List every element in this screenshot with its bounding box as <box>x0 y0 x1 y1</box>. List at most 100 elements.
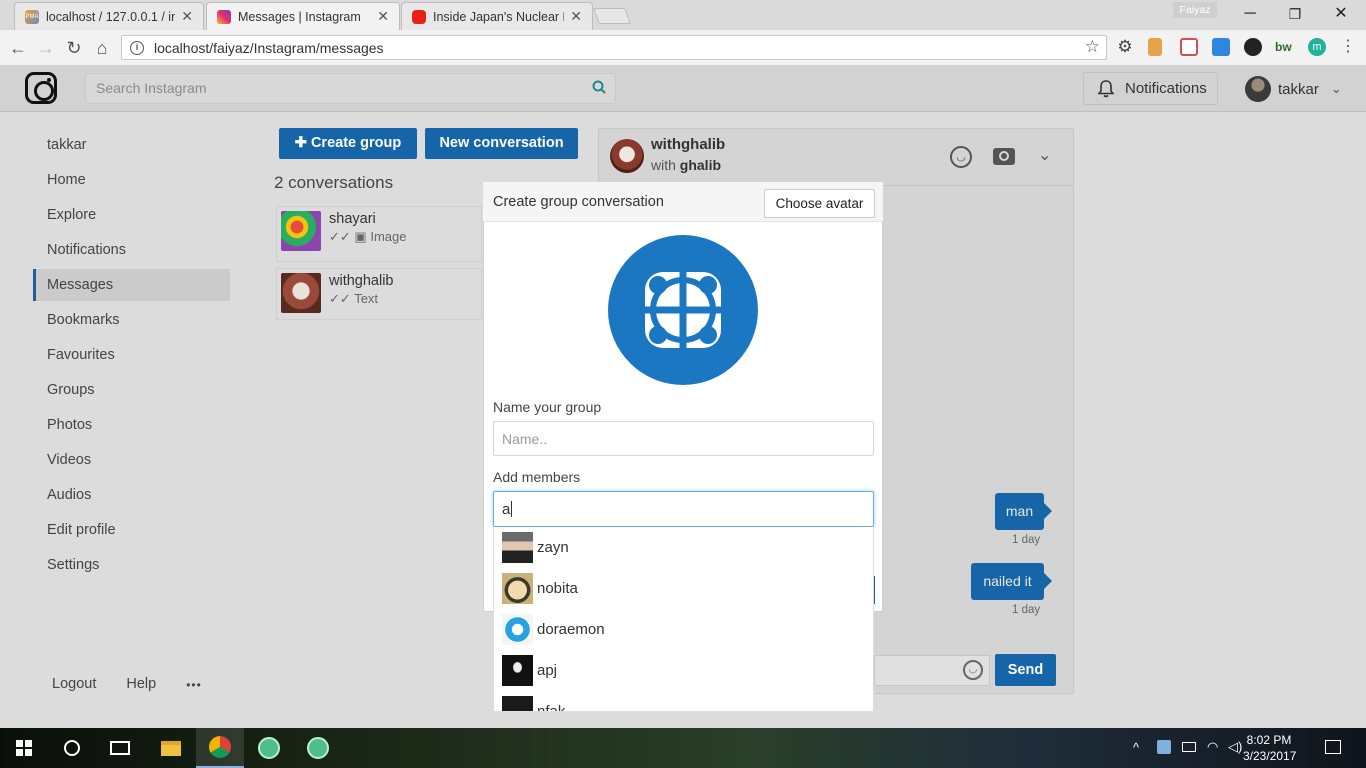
suggestion-item[interactable]: nfak <box>494 691 873 712</box>
suggestion-item[interactable]: doraemon <box>494 609 873 650</box>
forward-arrow-icon[interactable]: → <box>34 36 58 60</box>
sidebar-item-edit-profile[interactable]: Edit profile <box>33 514 230 546</box>
choose-avatar-button[interactable]: Choose avatar <box>764 189 875 218</box>
extension-icon[interactable] <box>1244 38 1262 56</box>
back-arrow-icon[interactable]: ← <box>6 36 30 60</box>
browser-menu-icon[interactable]: ⋮ <box>1340 38 1356 56</box>
sidebar-item-explore[interactable]: Explore <box>33 199 230 231</box>
suggestion-item[interactable]: apj <box>494 650 873 691</box>
close-window-icon[interactable]: ✕ <box>1318 4 1364 24</box>
close-tab-icon[interactable]: ✕ <box>377 8 389 25</box>
emoji-icon[interactable]: ◡ <box>950 146 972 168</box>
sidebar-item-bookmarks[interactable]: Bookmarks <box>33 304 230 336</box>
message-time: 1 day <box>1012 534 1041 546</box>
suggestion-item[interactable]: zayn <box>494 527 873 568</box>
new-conversation-button[interactable]: New conversation <box>425 128 578 159</box>
camera-icon[interactable] <box>993 148 1015 165</box>
camera-icon: ▣ <box>354 229 367 244</box>
search-icon[interactable] <box>592 80 606 94</box>
search-input[interactable]: Search Instagram <box>85 73 616 104</box>
user-menu[interactable]: takkar ⌄ <box>1245 76 1342 102</box>
chat-title: withghalib <box>651 136 726 153</box>
taskbar-clock[interactable]: 8:02 PM 3/23/2017 <box>1243 732 1296 764</box>
sidebar-item-groups[interactable]: Groups <box>33 374 230 406</box>
bubble-tail <box>1044 573 1052 589</box>
help-link[interactable]: Help <box>126 676 156 692</box>
extension-icon[interactable] <box>1180 38 1198 56</box>
sidebar-item-favourites[interactable]: Favourites <box>33 339 230 371</box>
tab-title: localhost / 127.0.0.1 / ins <box>46 9 176 24</box>
logout-link[interactable]: Logout <box>52 676 96 692</box>
address-bar[interactable]: i localhost/faiyaz/Instagram/messages ☆ <box>121 35 1107 60</box>
minimize-icon[interactable]: ─ <box>1227 4 1273 24</box>
add-members-label: Add members <box>493 469 581 485</box>
sidebar-item-messages[interactable]: Messages <box>33 269 230 301</box>
restore-icon[interactable]: ❐ <box>1272 4 1318 24</box>
conversation-item[interactable]: withghalib ✓✓ Text <box>276 268 482 320</box>
action-center-icon[interactable] <box>1325 740 1341 754</box>
sidebar-item-settings[interactable]: Settings <box>33 549 230 581</box>
wifi-icon[interactable]: ◠ <box>1207 739 1218 755</box>
browser-profile-chip[interactable]: Faiyaz <box>1173 2 1217 18</box>
conversation-item[interactable]: shayari ✓✓ ▣ Image <box>276 206 482 262</box>
avatar <box>281 273 321 313</box>
avatar <box>1245 76 1271 102</box>
suggestion-name: doraemon <box>537 621 605 638</box>
extension-icon[interactable]: bw <box>1275 38 1295 56</box>
last-message-type: Image <box>370 229 407 244</box>
sidebar-item-home[interactable]: Home <box>33 164 230 196</box>
bubble-tail <box>1044 503 1052 519</box>
file-explorer-icon[interactable] <box>147 728 195 768</box>
tray-chevron-up-icon[interactable]: ^ <box>1133 740 1139 755</box>
add-members-input[interactable]: a <box>493 491 874 527</box>
cortana-icon[interactable] <box>48 728 96 768</box>
members-input-value: a <box>502 500 511 518</box>
download-icon[interactable] <box>1212 38 1230 56</box>
notifications-button[interactable]: Notifications <box>1083 72 1218 105</box>
sidebar-footer: Logout Help ••• <box>52 676 202 692</box>
sidebar-item-photos[interactable]: Photos <box>33 409 230 441</box>
emoji-icon[interactable]: ◡ <box>963 660 983 680</box>
extension-icon[interactable]: m <box>1308 38 1326 56</box>
send-button[interactable]: Send <box>995 654 1056 686</box>
group-name-label: Name your group <box>493 399 602 415</box>
suggestion-name: apj <box>537 662 558 679</box>
site-info-icon[interactable]: i <box>130 40 144 55</box>
extension-icon[interactable] <box>1148 38 1162 56</box>
close-tab-icon[interactable]: ✕ <box>181 8 193 25</box>
suggestion-item[interactable]: nobita <box>494 568 873 609</box>
chat-participants: with ghalib <box>651 157 721 173</box>
settings-gear-icon[interactable]: ⚙ <box>1116 38 1134 56</box>
atom-icon[interactable] <box>245 728 293 768</box>
clock-time: 8:02 PM <box>1246 733 1292 747</box>
more-options-icon[interactable]: ••• <box>186 676 202 692</box>
member-suggestions-dropdown: zayn nobita doraemon apj nfak <box>493 527 874 712</box>
instagram-logo-icon[interactable] <box>25 72 57 104</box>
dropbox-tray-icon[interactable] <box>1157 740 1171 754</box>
sidebar-item-notifications[interactable]: Notifications <box>33 234 230 266</box>
group-avatar-icon[interactable] <box>608 235 758 385</box>
bookmark-star-icon[interactable]: ☆ <box>1085 37 1100 57</box>
chrome-icon[interactable] <box>196 728 244 768</box>
sidebar-item-profile[interactable]: takkar <box>33 129 230 161</box>
reload-icon[interactable]: ↻ <box>62 36 86 60</box>
atom-icon[interactable] <box>294 728 342 768</box>
create-group-button[interactable]: ✚ Create group <box>279 128 417 159</box>
volume-icon[interactable]: ◁) <box>1228 739 1242 755</box>
task-view-icon[interactable] <box>96 728 144 768</box>
close-tab-icon[interactable]: ✕ <box>570 8 582 25</box>
suggestion-name: nfak <box>537 703 566 712</box>
windows-start-icon[interactable] <box>0 728 48 768</box>
browser-tab-phpmyadmin[interactable]: PMA localhost / 127.0.0.1 / ins ✕ <box>14 2 204 30</box>
browser-tab-youtube[interactable]: Inside Japan's Nuclear M ✕ <box>401 2 593 30</box>
conversation-name: withghalib <box>329 273 394 289</box>
sidebar-item-audios[interactable]: Audios <box>33 479 230 511</box>
new-tab-button[interactable] <box>593 8 631 24</box>
group-name-input[interactable]: Name.. <box>493 421 874 456</box>
battery-icon[interactable] <box>1182 742 1196 752</box>
browser-tab-messages[interactable]: Messages | Instagram ✕ <box>206 2 400 30</box>
chevron-down-icon[interactable]: ⌄ <box>1038 145 1051 165</box>
phpmyadmin-favicon: PMA <box>25 9 39 24</box>
sidebar-item-videos[interactable]: Videos <box>33 444 230 476</box>
home-icon[interactable]: ⌂ <box>90 36 114 60</box>
